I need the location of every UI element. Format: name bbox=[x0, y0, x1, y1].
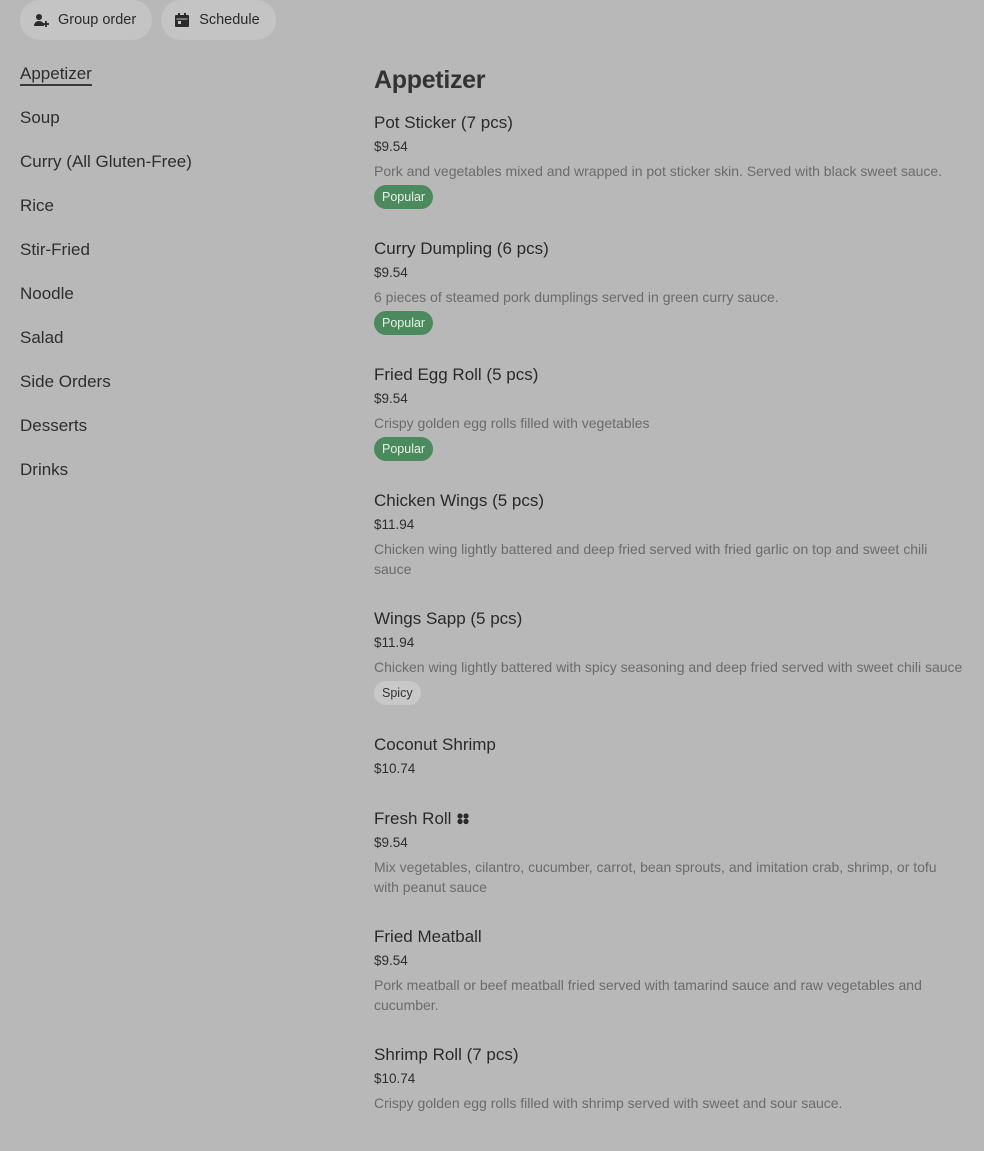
item-price: $9.54 bbox=[374, 953, 408, 968]
item-price: $10.74 bbox=[374, 761, 416, 776]
item-price: $9.54 bbox=[374, 265, 408, 280]
item-name: Coconut Shrimp bbox=[374, 735, 496, 754]
item-description: Mix vegetables, cilantro, cucumber, carr… bbox=[374, 859, 937, 895]
item-description: Pork meatball or beef meatball fried ser… bbox=[374, 977, 922, 1013]
menu-item[interactable]: Pot Sticker (7 pcs) $9.54 Pork and veget… bbox=[374, 112, 964, 209]
sidebar-item-noodle[interactable]: Noodle bbox=[20, 280, 320, 324]
sidebar-item-label: Rice bbox=[20, 196, 55, 215]
menu-item[interactable]: Curry Dumpling (6 pcs) $9.54 6 pieces of… bbox=[374, 238, 964, 335]
item-price: $9.54 bbox=[374, 835, 408, 850]
sidebar-item-label: Noodle bbox=[20, 284, 74, 303]
item-description: Chicken wing lightly battered and deep f… bbox=[374, 541, 928, 577]
schedule-button[interactable]: Schedule bbox=[161, 0, 276, 40]
group-order-label: Group order bbox=[58, 12, 137, 28]
item-description: Crispy golden egg rolls filled with shri… bbox=[374, 1095, 843, 1111]
item-name: Fried Meatball bbox=[374, 927, 482, 946]
menu-item[interactable]: Wings Sapp (5 pcs) $11.94 Chicken wing l… bbox=[374, 608, 964, 705]
item-name: Shrimp Roll (7 pcs) bbox=[374, 1045, 519, 1064]
sidebar-item-label: Drinks bbox=[20, 460, 69, 479]
sidebar-item-label: Desserts bbox=[20, 416, 88, 435]
item-description: 6 pieces of steamed pork dumplings serve… bbox=[374, 289, 779, 305]
sidebar-item-rice[interactable]: Rice bbox=[20, 192, 320, 236]
sidebar-item-desserts[interactable]: Desserts bbox=[20, 412, 320, 456]
menu-item[interactable]: Coconut Shrimp $10.74 bbox=[374, 734, 964, 779]
menu-item[interactable]: Fried Egg Roll (5 pcs) $9.54 Crispy gold… bbox=[374, 364, 964, 461]
menu-item[interactable]: Chicken Wings (5 pcs) $11.94 Chicken win… bbox=[374, 490, 964, 579]
sidebar-item-label: Salad bbox=[20, 328, 64, 347]
item-name-row: Fresh Roll bbox=[374, 808, 964, 830]
top-actions: Group order Schedule bbox=[20, 0, 276, 40]
sidebar-item-label: Appetizer bbox=[20, 64, 92, 86]
item-name: Fresh Roll bbox=[374, 809, 452, 828]
popular-badge: Popular bbox=[374, 185, 434, 209]
sidebar-item-side-orders[interactable]: Side Orders bbox=[20, 368, 320, 412]
item-name: Pot Sticker (7 pcs) bbox=[374, 113, 513, 132]
item-price: $9.54 bbox=[374, 391, 408, 406]
item-description: Crispy golden egg rolls filled with vege… bbox=[374, 415, 650, 431]
group-order-button[interactable]: Group order bbox=[20, 0, 153, 40]
vegetarian-leaf-icon bbox=[456, 812, 470, 826]
item-name: Chicken Wings (5 pcs) bbox=[374, 491, 545, 510]
menu-item[interactable]: Fresh Roll $9.54 Mix vegetables, cilantr… bbox=[374, 808, 964, 897]
sidebar-item-salad[interactable]: Salad bbox=[20, 324, 320, 368]
item-price: $11.94 bbox=[374, 635, 415, 650]
sidebar-item-curry[interactable]: Curry (All Gluten-Free) bbox=[20, 148, 320, 192]
item-price: $9.54 bbox=[374, 139, 408, 154]
sidebar-item-label: Stir-Fried bbox=[20, 240, 90, 259]
item-description: Chicken wing lightly battered with spicy… bbox=[374, 659, 963, 675]
item-description: Pork and vegetables mixed and wrapped in… bbox=[374, 163, 943, 179]
popular-badge: Popular bbox=[374, 311, 434, 335]
schedule-label: Schedule bbox=[199, 12, 260, 28]
popular-badge: Popular bbox=[374, 437, 434, 461]
section-title: Appetizer bbox=[374, 66, 486, 94]
add-person-icon bbox=[33, 12, 49, 28]
sidebar-item-drinks[interactable]: Drinks bbox=[20, 456, 320, 500]
item-name: Wings Sapp (5 pcs) bbox=[374, 609, 523, 628]
item-name: Fried Egg Roll (5 pcs) bbox=[374, 365, 539, 384]
menu-item[interactable]: Shrimp Roll (7 pcs) $10.74 Crispy golden… bbox=[374, 1044, 964, 1113]
category-sidebar: Appetizer Soup Curry (All Gluten-Free) R… bbox=[20, 60, 320, 500]
sidebar-item-label: Curry (All Gluten-Free) bbox=[20, 152, 192, 171]
spicy-badge: Spicy bbox=[374, 681, 421, 705]
sidebar-item-soup[interactable]: Soup bbox=[20, 104, 320, 148]
item-price: $11.94 bbox=[374, 517, 415, 532]
menu-item[interactable]: Fried Meatball $9.54 Pork meatball or be… bbox=[374, 926, 964, 1015]
sidebar-item-stir-fried[interactable]: Stir-Fried bbox=[20, 236, 320, 280]
item-price: $10.74 bbox=[374, 1071, 416, 1086]
sidebar-item-label: Soup bbox=[20, 108, 60, 127]
menu-section: Appetizer Pot Sticker (7 pcs) $9.54 Pork… bbox=[374, 64, 964, 1142]
item-name: Curry Dumpling (6 pcs) bbox=[374, 239, 549, 258]
sidebar-item-appetizer[interactable]: Appetizer bbox=[20, 60, 320, 104]
sidebar-item-label: Side Orders bbox=[20, 372, 111, 391]
calendar-icon bbox=[174, 12, 190, 28]
